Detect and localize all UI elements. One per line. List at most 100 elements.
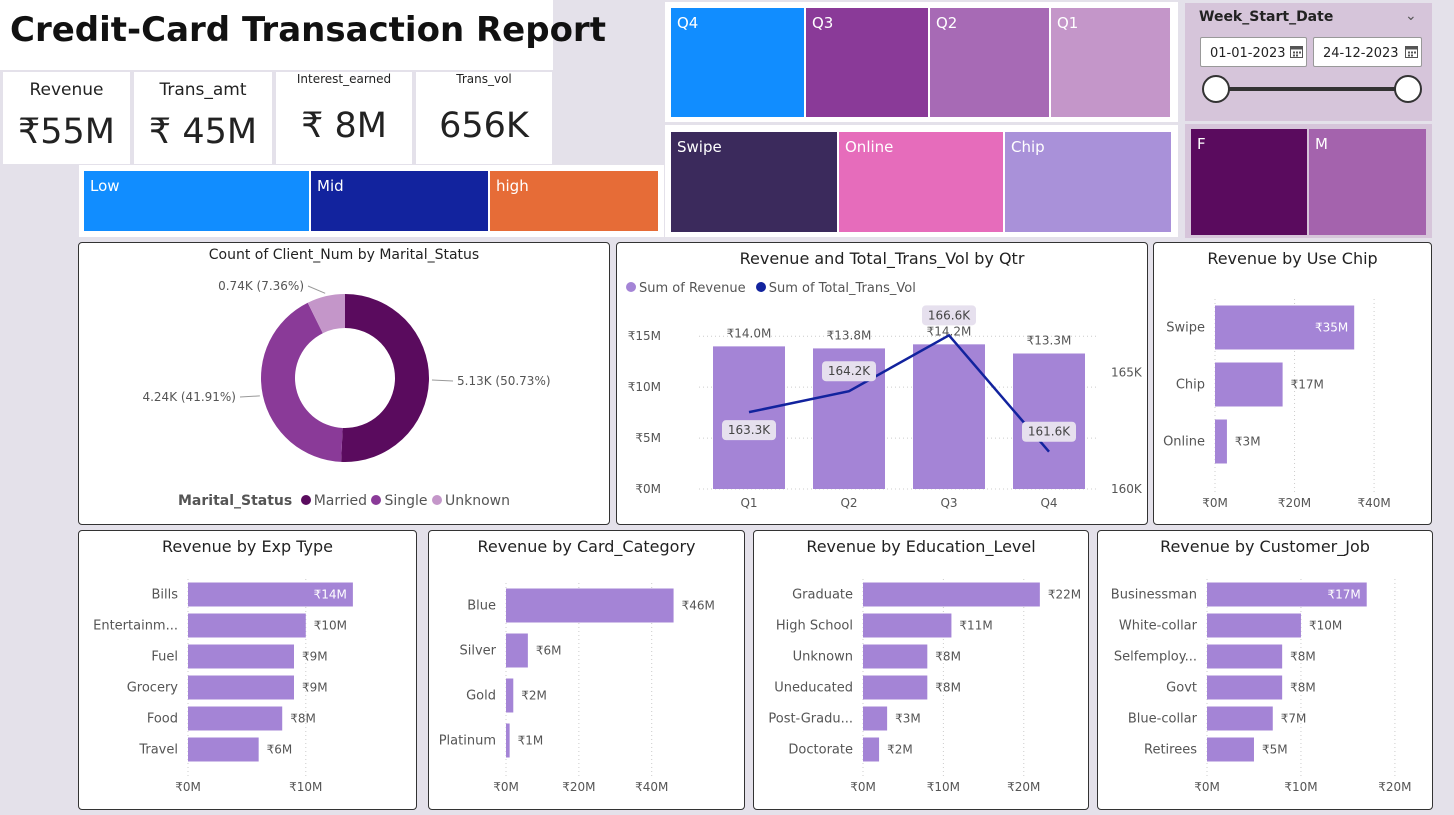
income-tile-low[interactable]: Low <box>84 171 309 231</box>
tile-label: Chip <box>1011 138 1045 156</box>
legend-item-unknown[interactable]: Unknown <box>431 493 510 509</box>
y-axis-tick-label: Chip <box>1176 378 1205 393</box>
end-date-input[interactable]: 24-12-2023 <box>1313 37 1422 67</box>
x-axis-tick-label: ₹0M <box>850 780 876 794</box>
bar <box>863 737 880 762</box>
x-axis-tick-label: ₹20M <box>1007 780 1040 794</box>
bar <box>1207 706 1273 731</box>
gender-tile-f[interactable]: F <box>1191 129 1307 235</box>
line-data-label: 164.2K <box>828 364 871 378</box>
quarter-tile-q3[interactable]: Q3 <box>806 8 928 117</box>
card-category-chart: ₹0M ₹20M ₹40M Blue ₹46M Silver ₹6M Gold ₹2M Plati… <box>439 583 715 794</box>
y-axis-tick-label: Bills <box>151 588 178 603</box>
tile-label: Swipe <box>677 138 722 156</box>
card-type-tile-online[interactable]: Online <box>839 132 1003 232</box>
start-date-input[interactable]: 01-01-2023 <box>1200 37 1307 67</box>
calendar-icon[interactable] <box>1290 45 1303 58</box>
donut-slice-married <box>341 294 430 462</box>
range-start-handle[interactable] <box>1202 75 1230 103</box>
bar <box>506 588 674 623</box>
bar <box>863 706 888 731</box>
y-axis-tick-label: Unknown <box>793 650 853 665</box>
report-title: Credit-Card Transaction Report <box>10 10 606 50</box>
income-tile-mid[interactable]: Mid <box>311 171 488 231</box>
tile-label: F <box>1197 135 1206 153</box>
x-axis-tick-label: ₹40M <box>635 780 668 794</box>
bar-data-label: ₹6M <box>536 644 562 658</box>
kpi-value: ₹ 8M <box>301 106 387 146</box>
y-axis-tick-label: Grocery <box>127 681 179 696</box>
bar <box>1215 419 1227 464</box>
x-axis-tick-label: ₹20M <box>562 780 595 794</box>
donut-leader-line <box>431 379 454 382</box>
y-axis-tick-label: ₹0M <box>635 482 661 496</box>
y-axis-tick-label: Post-Gradu... <box>768 712 853 727</box>
card-type-tile-chip[interactable]: Chip <box>1005 132 1171 232</box>
legend-item-single[interactable]: Single <box>371 493 428 509</box>
bar-data-label: ₹1M <box>518 734 544 748</box>
legend-label: Unknown <box>444 493 510 509</box>
range-end-handle[interactable] <box>1394 75 1422 103</box>
bar-data-label: ₹2M <box>521 689 547 703</box>
tile-label: Mid <box>317 177 344 195</box>
bar <box>1207 737 1254 762</box>
bar-data-label: ₹17M <box>1291 378 1324 392</box>
bar <box>1207 613 1301 638</box>
donut-data-label: 4.24K (41.91%) <box>142 390 236 404</box>
trans-vol-line <box>748 333 1050 453</box>
y-axis-tick-label: Silver <box>459 644 496 659</box>
y-axis-tick-label: Doctorate <box>788 743 853 758</box>
combo-chart: ₹0M ₹5M ₹10M ₹15M 160K 165K ₹14.0M Q1 ₹13.8M Q2 ₹1… <box>628 305 1143 510</box>
end-date-value: 24-12-2023 <box>1323 46 1399 61</box>
y-axis-tick-label: High School <box>776 619 853 634</box>
line-data-label: 163.3K <box>728 423 771 437</box>
income-tile-high[interactable]: high <box>490 171 658 231</box>
y-axis-tick-label: Blue <box>467 599 496 614</box>
kpi-interest-earned-card: Interest_earned ₹ 8M <box>276 72 412 164</box>
bar-data-label: ₹14.0M <box>727 326 772 340</box>
x-axis-tick-label: ₹10M <box>1284 780 1317 794</box>
x-axis-tick-label: Q4 <box>1040 496 1057 510</box>
y-axis-tick-label: Travel <box>138 743 178 758</box>
tile-label: Low <box>90 177 120 195</box>
tile-label: high <box>496 177 529 195</box>
bar-data-label: ₹13.3M <box>1027 334 1072 348</box>
donut-leader-line <box>239 395 260 398</box>
card-type-tile-swipe[interactable]: Swipe <box>671 132 837 232</box>
tile-label: Q2 <box>936 14 958 32</box>
kpi-label: Interest_earned <box>296 72 392 86</box>
date-range-track[interactable] <box>1216 87 1408 91</box>
quarter-tile-q2[interactable]: Q2 <box>930 8 1049 117</box>
quarter-tile-q1[interactable]: Q1 <box>1051 8 1170 117</box>
y-axis-tick-label: Selfemploy... <box>1114 650 1197 665</box>
kpi-value: ₹ 45M <box>148 112 258 152</box>
x-axis-tick-label: ₹10M <box>289 780 322 794</box>
legend-item-married[interactable]: Married <box>300 493 367 509</box>
revenue-customer-job-panel: Revenue by Customer_Job ₹0M ₹10M ₹20M Busin… <box>1097 530 1433 810</box>
tile-label: Q3 <box>812 14 834 32</box>
calendar-icon[interactable] <box>1405 45 1418 58</box>
bar-data-label: ₹10M <box>1309 619 1342 633</box>
use-chip-chart: ₹0M ₹20M ₹40M Swipe ₹35M Chip ₹17M Online ₹3M <box>1163 299 1391 510</box>
y-axis-tick-label: ₹5M <box>635 431 661 445</box>
y-axis-tick-label: Graduate <box>792 588 853 603</box>
bar-data-label: ₹46M <box>682 599 715 613</box>
bar <box>863 582 1040 607</box>
bar-data-label: ₹7M <box>1281 712 1307 726</box>
x-axis-tick-label: ₹20M <box>1278 496 1311 510</box>
quarter-tile-q4[interactable]: Q4 <box>671 8 804 117</box>
bar-data-label: ₹8M <box>1290 681 1316 695</box>
tile-label: M <box>1315 135 1328 153</box>
bar <box>506 678 514 713</box>
y-axis-tick-label: Online <box>1163 435 1205 450</box>
bar-data-label: ₹6M <box>267 743 293 757</box>
x-axis-tick-label: ₹40M <box>1357 496 1390 510</box>
y-axis-tick-label: Swipe <box>1166 321 1205 336</box>
x-axis-tick-label: ₹0M <box>1194 780 1220 794</box>
bar-data-label: ₹3M <box>1235 435 1261 449</box>
bar-data-label: ₹5M <box>1262 743 1288 757</box>
gender-tile-m[interactable]: M <box>1309 129 1426 235</box>
y-axis-tick-label: Govt <box>1166 681 1197 696</box>
chevron-down-icon[interactable]: ⌄ <box>1405 7 1417 24</box>
bar-data-label: ₹13.8M <box>827 328 872 342</box>
